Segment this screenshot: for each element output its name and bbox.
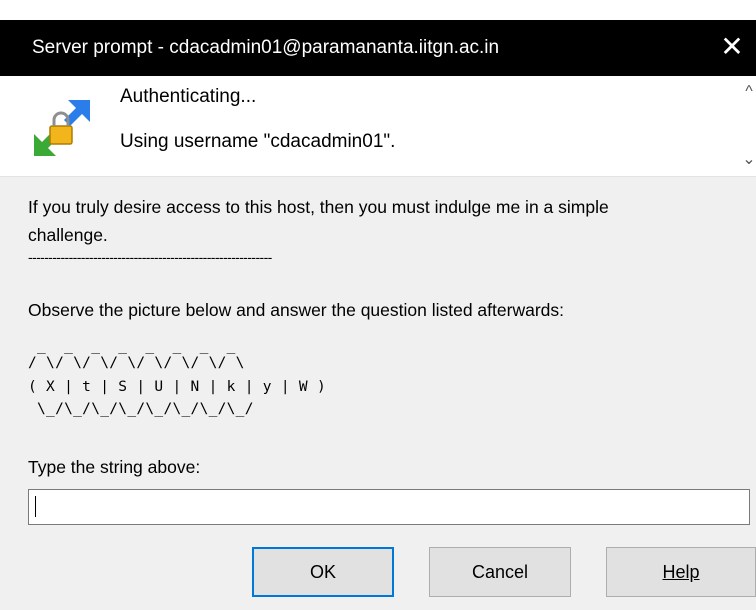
close-icon[interactable]: ✕ xyxy=(708,20,756,76)
captcha-line-2: / \/ \/ \/ \/ \/ \/ \/ \ xyxy=(28,355,245,371)
window-title: Server prompt - cdacadmin01@paramananta.… xyxy=(32,37,500,58)
captcha-answer-input[interactable] xyxy=(28,489,750,525)
separator-line: ----------------------------------------… xyxy=(28,249,272,265)
auth-banner: Authenticating... Using username "cdacad… xyxy=(0,76,756,177)
title-bar-area: Server prompt - cdacadmin01@paramananta.… xyxy=(0,0,756,86)
captcha-line-4: \_/\_/\_/\_/\_/\_/\_/\_/ xyxy=(28,401,254,417)
prompt-line-1: If you truly desire access to this host,… xyxy=(28,197,609,217)
banner-scrollbar[interactable]: ^ ⌄ xyxy=(742,76,756,176)
ok-button[interactable]: OK xyxy=(252,547,394,597)
instruction-text: Observe the picture below and answer the… xyxy=(28,300,564,320)
help-button[interactable]: Help xyxy=(606,547,756,597)
question-label: Type the string above: xyxy=(28,457,201,477)
scroll-up-icon[interactable]: ^ xyxy=(742,82,756,102)
key-exchange-icon xyxy=(34,100,90,156)
username-text: Using username "cdacadmin01". xyxy=(120,131,396,152)
cancel-button[interactable]: Cancel xyxy=(429,547,571,597)
captcha-line-3: ( X | t | S | U | N | k | y | W ) xyxy=(28,379,326,395)
scroll-down-icon[interactable]: ⌄ xyxy=(742,150,756,170)
title-bar[interactable]: Server prompt - cdacadmin01@paramananta.… xyxy=(0,20,756,76)
auth-status-text: Authenticating... xyxy=(120,86,257,107)
help-button-label: Help xyxy=(662,562,700,582)
text-caret xyxy=(35,496,36,517)
